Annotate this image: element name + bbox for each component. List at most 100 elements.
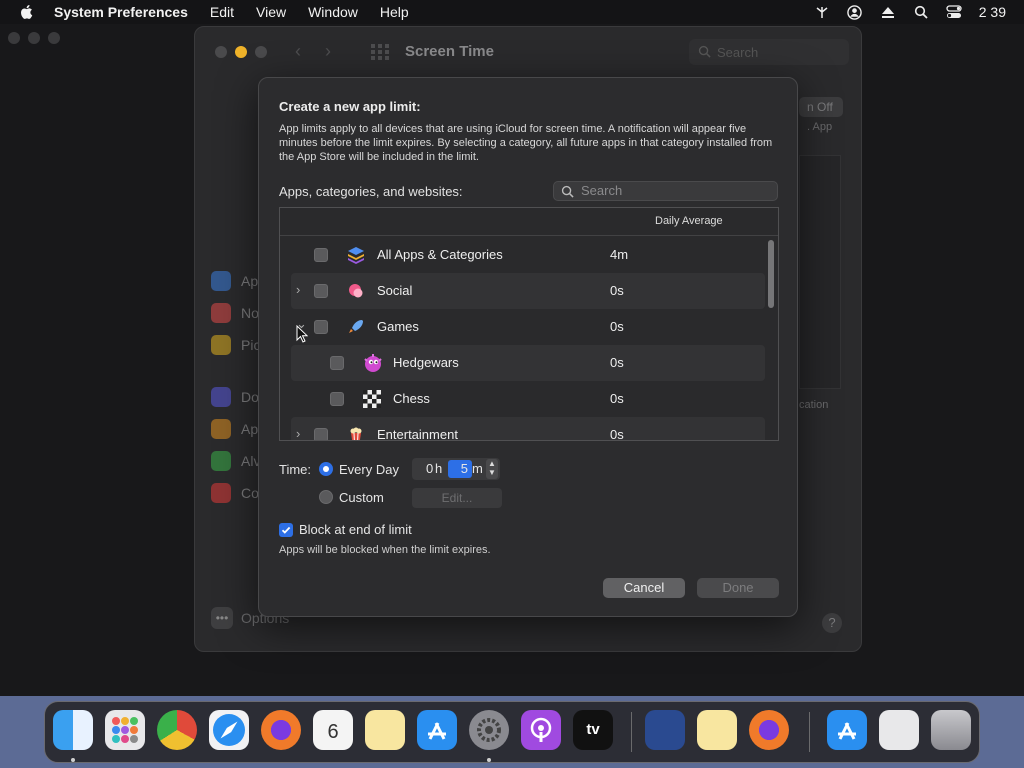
row-daily-average: 0s	[610, 427, 624, 441]
table-row[interactable]: Chess 0s	[291, 381, 765, 417]
minutes-unit: m	[472, 461, 483, 476]
app-usage-icon	[211, 271, 231, 291]
table-header: Daily Average	[280, 208, 778, 236]
running-indicator	[71, 758, 75, 762]
firefox-icon[interactable]	[261, 710, 301, 750]
row-checkbox[interactable]	[314, 284, 328, 298]
hours-value[interactable]: 0	[426, 461, 433, 476]
window-zoom-button[interactable]	[255, 46, 267, 58]
layers-icon	[348, 247, 364, 264]
apple-tv-icon[interactable]: tv	[573, 710, 613, 750]
launchpad-icon[interactable]	[105, 710, 145, 750]
daily-average-column-header[interactable]: Daily Average	[655, 215, 723, 227]
user-account-icon[interactable]	[847, 4, 863, 20]
menu-app-name[interactable]: System Preferences	[54, 4, 188, 20]
virtualbox-icon[interactable]	[645, 710, 685, 750]
table-row[interactable]: All Apps & Categories 4m	[291, 237, 765, 273]
window-title: Screen Time	[405, 43, 494, 60]
window-close-button[interactable]	[215, 46, 227, 58]
time-label: Time:	[279, 462, 312, 477]
row-daily-average: 0s	[610, 319, 624, 334]
eject-icon[interactable]	[880, 4, 896, 20]
system-preferences-icon[interactable]	[469, 710, 509, 750]
search-icon	[698, 45, 711, 58]
forward-arrow-icon[interactable]: ›	[325, 41, 331, 62]
window-search-placeholder: Search	[717, 44, 759, 60]
help-button[interactable]: ?	[822, 613, 842, 633]
menu-help[interactable]: Help	[380, 4, 409, 20]
row-checkbox[interactable]	[330, 356, 344, 370]
done-button[interactable]: Done	[697, 578, 779, 598]
edit-custom-button[interactable]: Edit...	[412, 488, 502, 508]
always-allowed-icon	[211, 451, 231, 471]
menu-edit[interactable]: Edit	[210, 4, 234, 20]
block-at-end-checkbox[interactable]	[279, 523, 293, 537]
show-all-grid-icon[interactable]	[371, 44, 389, 60]
app-store-icon[interactable]	[417, 710, 457, 750]
table-row[interactable]: ⌄ Games 0s	[291, 309, 765, 345]
notes-icon[interactable]	[365, 710, 405, 750]
sidebar-item-content-privacy[interactable]: Co	[211, 477, 260, 509]
menu-window[interactable]: Window	[308, 4, 358, 20]
pickups-icon	[211, 335, 231, 355]
back-arrow-icon[interactable]: ‹	[295, 41, 301, 62]
cancel-button[interactable]: Cancel	[603, 578, 685, 598]
expand-chevron-icon[interactable]: ›	[296, 426, 300, 440]
app-limits-icon	[211, 419, 231, 439]
safari-icon[interactable]	[209, 710, 249, 750]
row-daily-average: 0s	[610, 355, 624, 370]
trash-icon[interactable]	[931, 710, 971, 750]
apple-logo-icon[interactable]	[18, 3, 36, 21]
sidebar-item-pickups[interactable]: Pic	[211, 329, 260, 361]
sidebar: Ap No Pic Do Ap Alv Co	[211, 265, 260, 509]
dock-separator	[809, 712, 810, 752]
sidebar-item-downtime[interactable]: Do	[211, 381, 260, 413]
sidebar-item-app-limits[interactable]: Ap	[211, 413, 260, 445]
menu-view[interactable]: View	[256, 4, 286, 20]
firefox-dev-icon[interactable]	[749, 710, 789, 750]
app-store-download-icon[interactable]	[827, 710, 867, 750]
row-checkbox[interactable]	[330, 392, 344, 406]
sidebar-item-app-usage[interactable]: Ap	[211, 265, 260, 297]
chrome-icon[interactable]	[157, 710, 197, 750]
control-center-icon[interactable]	[946, 4, 962, 20]
table-row[interactable]: › Entertainment 0s	[291, 417, 765, 441]
row-name: All Apps & Categories	[377, 247, 503, 262]
minutes-value[interactable]: 5	[448, 460, 472, 478]
table-scrollbar[interactable]	[766, 238, 776, 438]
spotlight-search-icon[interactable]	[913, 4, 929, 20]
every-day-label[interactable]: Every Day	[339, 462, 399, 477]
table-row[interactable]: › Social 0s	[291, 273, 765, 309]
row-checkbox[interactable]	[314, 320, 328, 334]
stickies-icon[interactable]	[697, 710, 737, 750]
antenna-icon[interactable]	[814, 4, 830, 20]
time-stepper-icon[interactable]: ▲ ▼	[486, 459, 498, 479]
notification-label: cation	[799, 399, 829, 411]
row-checkbox[interactable]	[314, 248, 328, 262]
time-limit-field[interactable]: 0 h 5 m ▲ ▼	[412, 458, 500, 480]
sidebar-item-notifications[interactable]: No	[211, 297, 260, 329]
row-name: Games	[377, 319, 419, 334]
custom-radio[interactable]	[319, 490, 333, 504]
podcasts-icon[interactable]	[521, 710, 561, 750]
turn-off-button[interactable]: n Off	[799, 97, 843, 117]
finder-icon[interactable]	[53, 710, 93, 750]
every-day-radio[interactable]	[319, 462, 333, 476]
dock-separator	[631, 712, 632, 752]
notifications-icon	[211, 303, 231, 323]
window-search-field[interactable]: Search	[689, 39, 849, 65]
row-daily-average: 4m	[610, 247, 629, 262]
block-at-end-label[interactable]: Block at end of limit	[299, 522, 412, 537]
apps-search-input[interactable]: Search	[553, 181, 778, 201]
popcorn-icon	[350, 427, 362, 440]
expand-chevron-icon[interactable]: ›	[296, 282, 300, 297]
menu-clock[interactable]: 2 39	[979, 4, 1006, 20]
window-minimize-button[interactable]	[235, 46, 247, 58]
row-checkbox[interactable]	[314, 428, 328, 440]
custom-label[interactable]: Custom	[339, 490, 384, 505]
document-icon[interactable]	[879, 710, 919, 750]
scrollbar-thumb[interactable]	[768, 240, 774, 308]
table-row[interactable]: Hedgewars 0s	[291, 345, 765, 381]
calendar-icon[interactable]: 6	[313, 710, 353, 750]
sidebar-item-always-allowed[interactable]: Alv	[211, 445, 260, 477]
